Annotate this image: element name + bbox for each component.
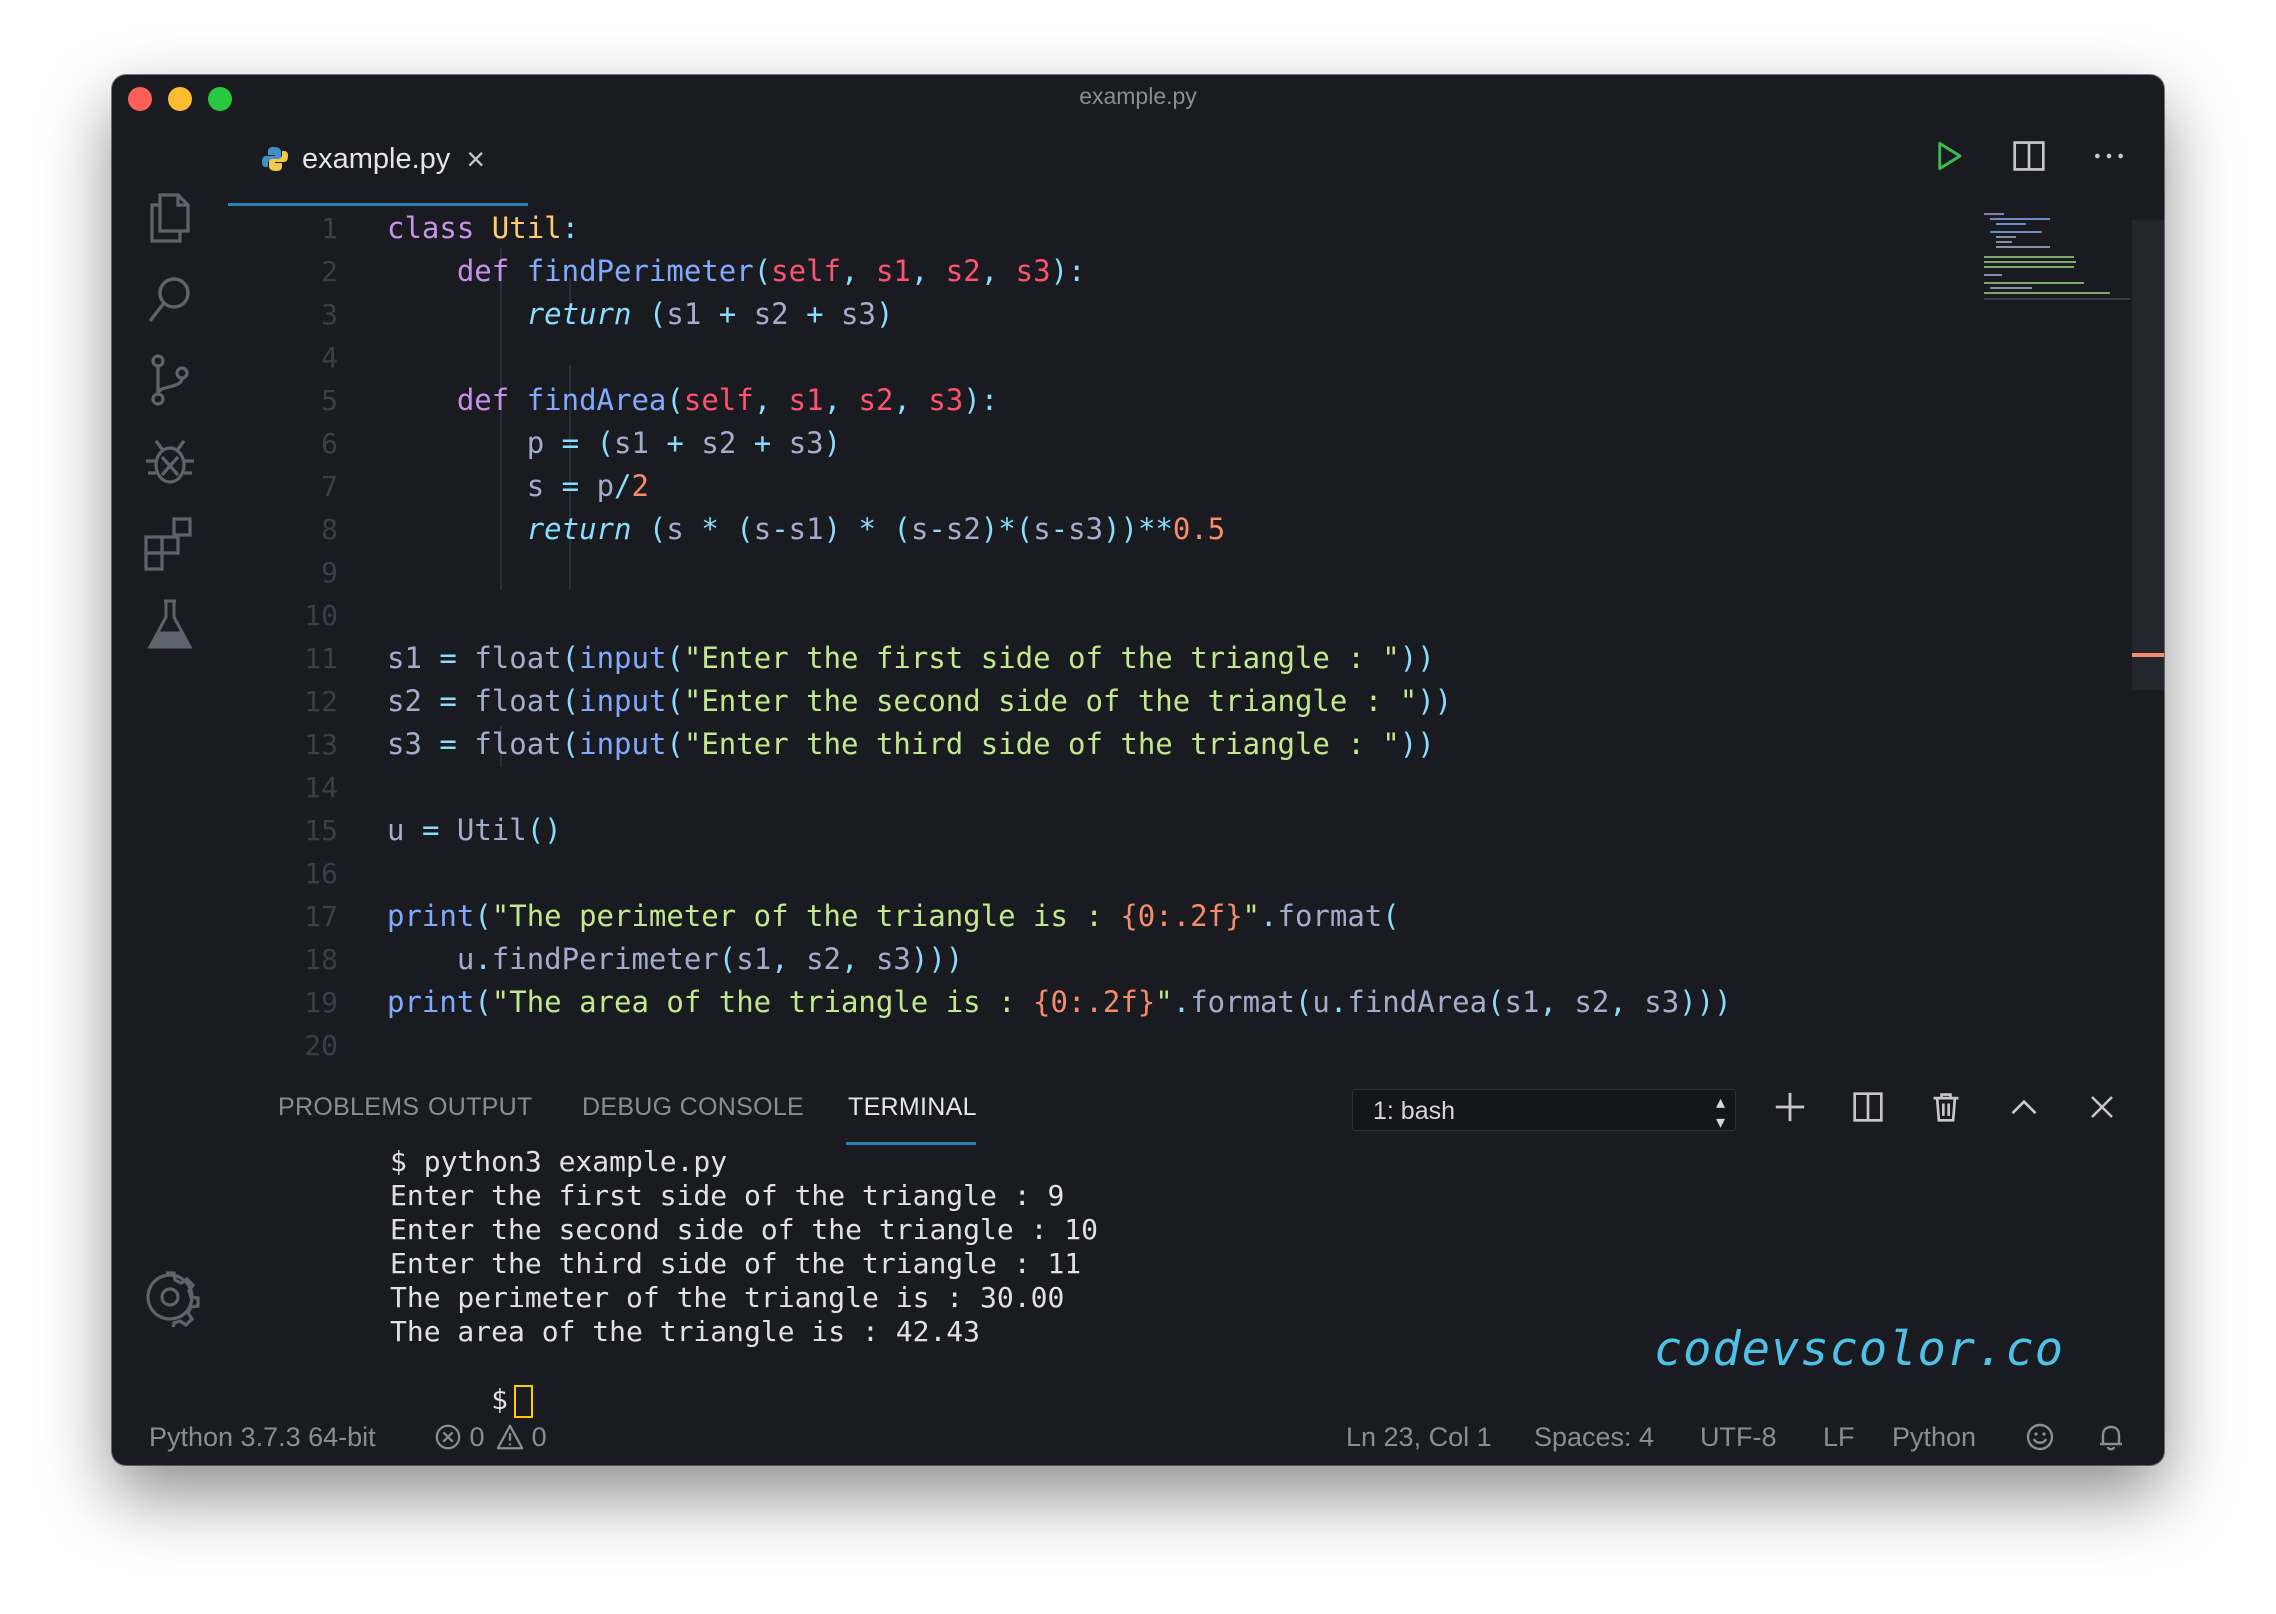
terminal-line: Enter the third side of the triangle : 1… xyxy=(390,1247,1082,1280)
split-editor-icon[interactable] xyxy=(2010,137,2048,175)
python-interpreter[interactable]: Python 3.7.3 64-bit xyxy=(149,1417,376,1457)
trash-icon[interactable] xyxy=(1928,1089,1964,1125)
line-number: 11 xyxy=(304,642,338,675)
line-number: 7 xyxy=(321,470,338,503)
terminal-prompt-line[interactable]: $ xyxy=(390,1349,534,1418)
test-flask-icon[interactable] xyxy=(138,593,202,657)
bottom-panel: PROBLEMS OUTPUT DEBUG CONSOLE TERMINAL 1… xyxy=(228,1075,2164,1418)
line-number: 12 xyxy=(304,685,338,718)
tab-close-icon[interactable]: × xyxy=(466,143,485,175)
line-number: 3 xyxy=(321,298,338,331)
line-number: 8 xyxy=(321,513,338,546)
line-number: 13 xyxy=(304,728,338,761)
tab-label: example.py xyxy=(302,142,451,175)
terminal-line: Enter the first side of the triangle : 9 xyxy=(390,1179,1065,1212)
line-number: 6 xyxy=(321,427,338,460)
settings-gear-icon[interactable] xyxy=(138,1265,202,1329)
line-number: 19 xyxy=(304,986,338,1019)
files-icon[interactable] xyxy=(138,185,202,249)
line-number: 2 xyxy=(321,255,338,288)
terminal-select-value: 1: bash xyxy=(1373,1097,1456,1125)
line-number: 10 xyxy=(304,599,338,632)
title-bar: example.py xyxy=(112,75,2164,115)
warning-count: 0 xyxy=(531,1422,547,1452)
scrollbar-marker xyxy=(2132,653,2164,657)
line-number: 4 xyxy=(321,341,338,374)
source-control-icon[interactable] xyxy=(138,347,202,411)
warning-icon xyxy=(496,1424,524,1450)
split-terminal-icon[interactable] xyxy=(1850,1089,1886,1125)
panel-actions xyxy=(1772,1089,2120,1125)
terminal-line: Enter the second side of the triangle : … xyxy=(390,1213,1099,1246)
line-number: 15 xyxy=(304,814,338,847)
terminal-line: $ python3 example.py xyxy=(390,1145,728,1178)
indentation[interactable]: Spaces: 4 xyxy=(1534,1417,1654,1457)
tab-bar: example.py × xyxy=(228,115,2164,206)
file-encoding[interactable]: UTF-8 xyxy=(1700,1417,1777,1457)
status-bar: Python 3.7.3 64-bit 0 0 Ln 23, Col 1 Spa… xyxy=(112,1411,2164,1465)
tab-problems[interactable]: PROBLEMS xyxy=(278,1093,419,1122)
error-count: 0 xyxy=(469,1422,485,1452)
language-mode[interactable]: Python xyxy=(1892,1417,1976,1457)
notifications-bell-icon[interactable] xyxy=(2096,1417,2126,1457)
end-of-line[interactable]: LF xyxy=(1823,1417,1855,1457)
tab-terminal[interactable]: TERMINAL xyxy=(848,1093,977,1122)
select-arrows-icon: ▴ ▾ xyxy=(1715,1092,1725,1132)
maximize-panel-icon[interactable] xyxy=(2006,1089,2042,1125)
close-panel-icon[interactable] xyxy=(2084,1089,2120,1125)
problems-indicator[interactable]: 0 0 xyxy=(434,1417,547,1457)
code-editor[interactable]: 1 2 3 4 5 6 7 8 9 10 11 12 13 14 15 16 17 18 19 20 class Ut… xyxy=(228,205,2164,1145)
tab-debug-console[interactable]: DEBUG CONSOLE xyxy=(582,1093,804,1122)
line-number: 17 xyxy=(304,900,338,933)
more-icon[interactable] xyxy=(2090,137,2128,175)
extensions-icon[interactable] xyxy=(138,511,202,575)
editor-actions xyxy=(1930,137,2128,175)
terminal-select[interactable]: 1: bash ▴ ▾ xyxy=(1352,1089,1736,1132)
search-icon[interactable] xyxy=(138,267,202,331)
new-terminal-icon[interactable] xyxy=(1772,1089,1808,1125)
tab-example-py[interactable]: example.py × xyxy=(228,115,528,206)
terminal-line: The area of the triangle is : 42.43 xyxy=(390,1315,981,1348)
line-number: 5 xyxy=(321,384,338,417)
activity-bar xyxy=(112,115,228,1411)
editor-window: example.py example.py × 1 2 3 4 5 6 7 8 … xyxy=(112,75,2164,1465)
minimap[interactable] xyxy=(1980,210,2130,300)
line-number: 14 xyxy=(304,771,338,804)
line-number: 18 xyxy=(304,943,338,976)
run-icon[interactable] xyxy=(1930,137,1968,175)
active-tab-indicator xyxy=(846,1142,976,1145)
error-icon xyxy=(435,1424,461,1450)
line-number: 20 xyxy=(304,1029,338,1062)
tab-output[interactable]: OUTPUT xyxy=(428,1093,533,1122)
line-number: 9 xyxy=(321,556,338,589)
cursor-position[interactable]: Ln 23, Col 1 xyxy=(1346,1417,1492,1457)
watermark: codevscolor.co xyxy=(1653,1322,2064,1377)
window-title: example.py xyxy=(1079,83,1197,109)
terminal-line: The perimeter of the triangle is : 30.00 xyxy=(390,1281,1065,1314)
line-number: 1 xyxy=(321,212,338,245)
editor-scrollbar[interactable] xyxy=(2132,220,2164,690)
python-file-icon xyxy=(262,147,288,171)
feedback-smiley-icon[interactable] xyxy=(2025,1417,2055,1457)
line-number: 16 xyxy=(304,857,338,890)
debug-icon[interactable] xyxy=(138,429,202,493)
